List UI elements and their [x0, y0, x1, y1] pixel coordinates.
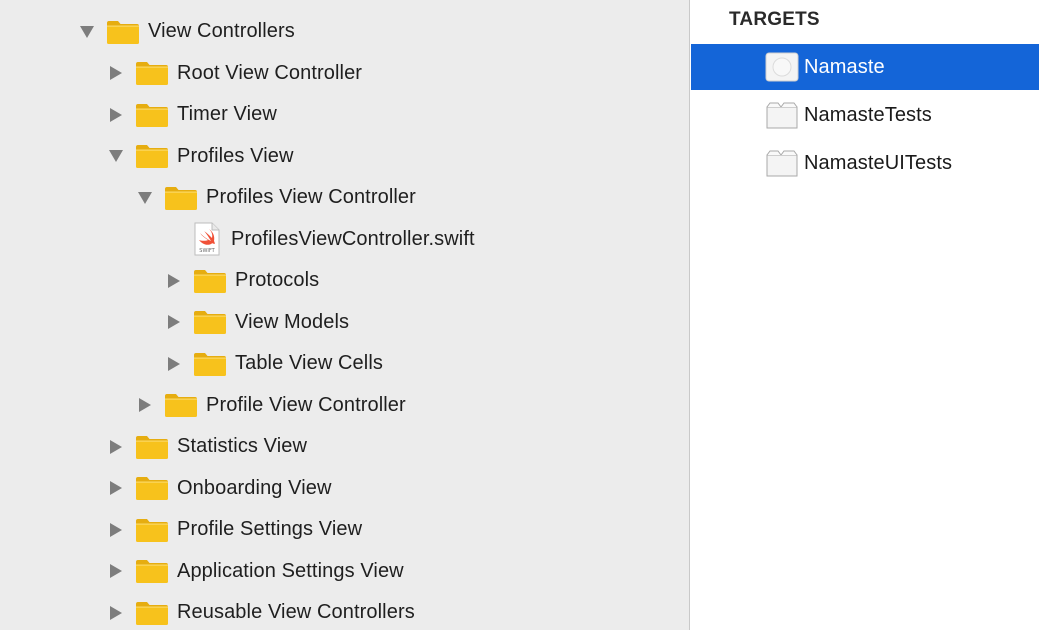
disclosure-collapsed-icon[interactable] [107, 479, 125, 497]
tree-row-timer-view[interactable]: Timer View [0, 94, 277, 135]
tree-row-label: Profile View Controller [206, 393, 406, 416]
tree-row-label: View Models [235, 310, 350, 333]
svg-text:SWIFT: SWIFT [199, 248, 215, 254]
test-bundle-icon [765, 100, 799, 130]
tree-row-label: Timer View [177, 103, 277, 125]
test-bundle-icon [765, 148, 799, 178]
folder-icon [164, 185, 198, 211]
disclosure-collapsed-icon[interactable] [107, 562, 125, 580]
target-row-namastetests[interactable]: NamasteTests [691, 92, 1039, 138]
tree-row-statistics-view[interactable]: Statistics View [0, 426, 307, 467]
disclosure-collapsed-icon[interactable] [107, 521, 125, 539]
tree-row-profiles-view[interactable]: Profiles View [0, 136, 294, 177]
tree-row-profile-view-controller[interactable]: Profile View Controller [0, 385, 406, 426]
disclosure-collapsed-icon[interactable] [136, 396, 154, 414]
tree-row-profile-settings-view[interactable]: Profile Settings View [0, 509, 362, 550]
disclosure-collapsed-icon[interactable] [107, 438, 125, 456]
app-target-icon [765, 52, 799, 82]
target-label: Namaste [804, 55, 885, 78]
tree-row-label: Root View Controller [177, 61, 363, 84]
disclosure-collapsed-icon[interactable] [165, 313, 183, 331]
tree-row-label: View Controllers [148, 20, 295, 42]
disclosure-collapsed-icon[interactable] [107, 106, 125, 124]
folder-icon [135, 558, 169, 584]
target-row-namasteuitests[interactable]: NamasteUITests [691, 140, 1039, 186]
folder-icon [135, 434, 169, 460]
folder-icon [135, 102, 169, 128]
tree-row-label: ProfilesViewController.swift [231, 227, 475, 250]
target-label: NamasteUITests [804, 151, 953, 174]
tree-row-reusable-view-controllers[interactable]: Reusable View Controllers [0, 592, 415, 630]
tree-row-root-view-controller[interactable]: Root View Controller [0, 53, 362, 94]
tree-row-application-settings-view[interactable]: Application Settings View [0, 551, 404, 592]
project-navigator: View Controllers Root View Controller Time… [0, 0, 690, 630]
folder-icon [193, 268, 227, 294]
tree-row-label: Profiles View [177, 144, 294, 167]
folder-icon [135, 60, 169, 86]
tree-row-label: Statistics View [177, 435, 308, 457]
tree-row-view-models[interactable]: View Models [0, 302, 349, 343]
tree-row-label: Protocols [235, 269, 320, 291]
target-row-namaste[interactable]: Namaste [691, 44, 1039, 90]
disclosure-collapsed-icon[interactable] [165, 272, 183, 290]
tree-row-profilesviewcontroller-swift[interactable]: SWIFT ProfilesViewController.swift [0, 219, 475, 260]
folder-icon [164, 392, 198, 418]
tree-row-profiles-view-controller[interactable]: Profiles View Controller [0, 177, 416, 218]
tree-row-view-controllers[interactable]: View Controllers [0, 11, 295, 52]
tree-row-table-view-cells[interactable]: Table View Cells [0, 343, 383, 384]
folder-icon [135, 475, 169, 501]
disclosure-collapsed-icon[interactable] [107, 604, 125, 622]
targets-pane: TARGETS Namaste NamasteTests NamasteUITest… [691, 0, 1039, 630]
swift-file-icon: SWIFT [193, 222, 221, 256]
folder-icon [135, 600, 169, 626]
tree-row-protocols[interactable]: Protocols [0, 260, 319, 301]
folder-icon [135, 143, 169, 169]
target-label: NamasteTests [804, 103, 932, 126]
folder-icon [193, 309, 227, 335]
tree-row-label: Table View Cells [235, 352, 383, 374]
tree-row-label: Reusable View Controllers [177, 601, 415, 623]
disclosure-expanded-icon[interactable] [78, 23, 96, 41]
targets-heading: TARGETS [729, 9, 820, 30]
tree-row-label: Profile Settings View [177, 518, 363, 540]
disclosure-collapsed-icon[interactable] [165, 355, 183, 373]
tree-row-onboarding-view[interactable]: Onboarding View [0, 468, 332, 509]
folder-icon [135, 517, 169, 543]
disclosure-collapsed-icon[interactable] [107, 64, 125, 82]
tree-row-label: Profiles View Controller [206, 186, 416, 208]
disclosure-expanded-icon[interactable] [136, 189, 154, 207]
tree-row-label: Application Settings View [177, 559, 404, 582]
disclosure-expanded-icon[interactable] [107, 147, 125, 165]
tree-row-label: Onboarding View [177, 476, 332, 499]
folder-icon [193, 351, 227, 377]
folder-icon [106, 19, 140, 45]
